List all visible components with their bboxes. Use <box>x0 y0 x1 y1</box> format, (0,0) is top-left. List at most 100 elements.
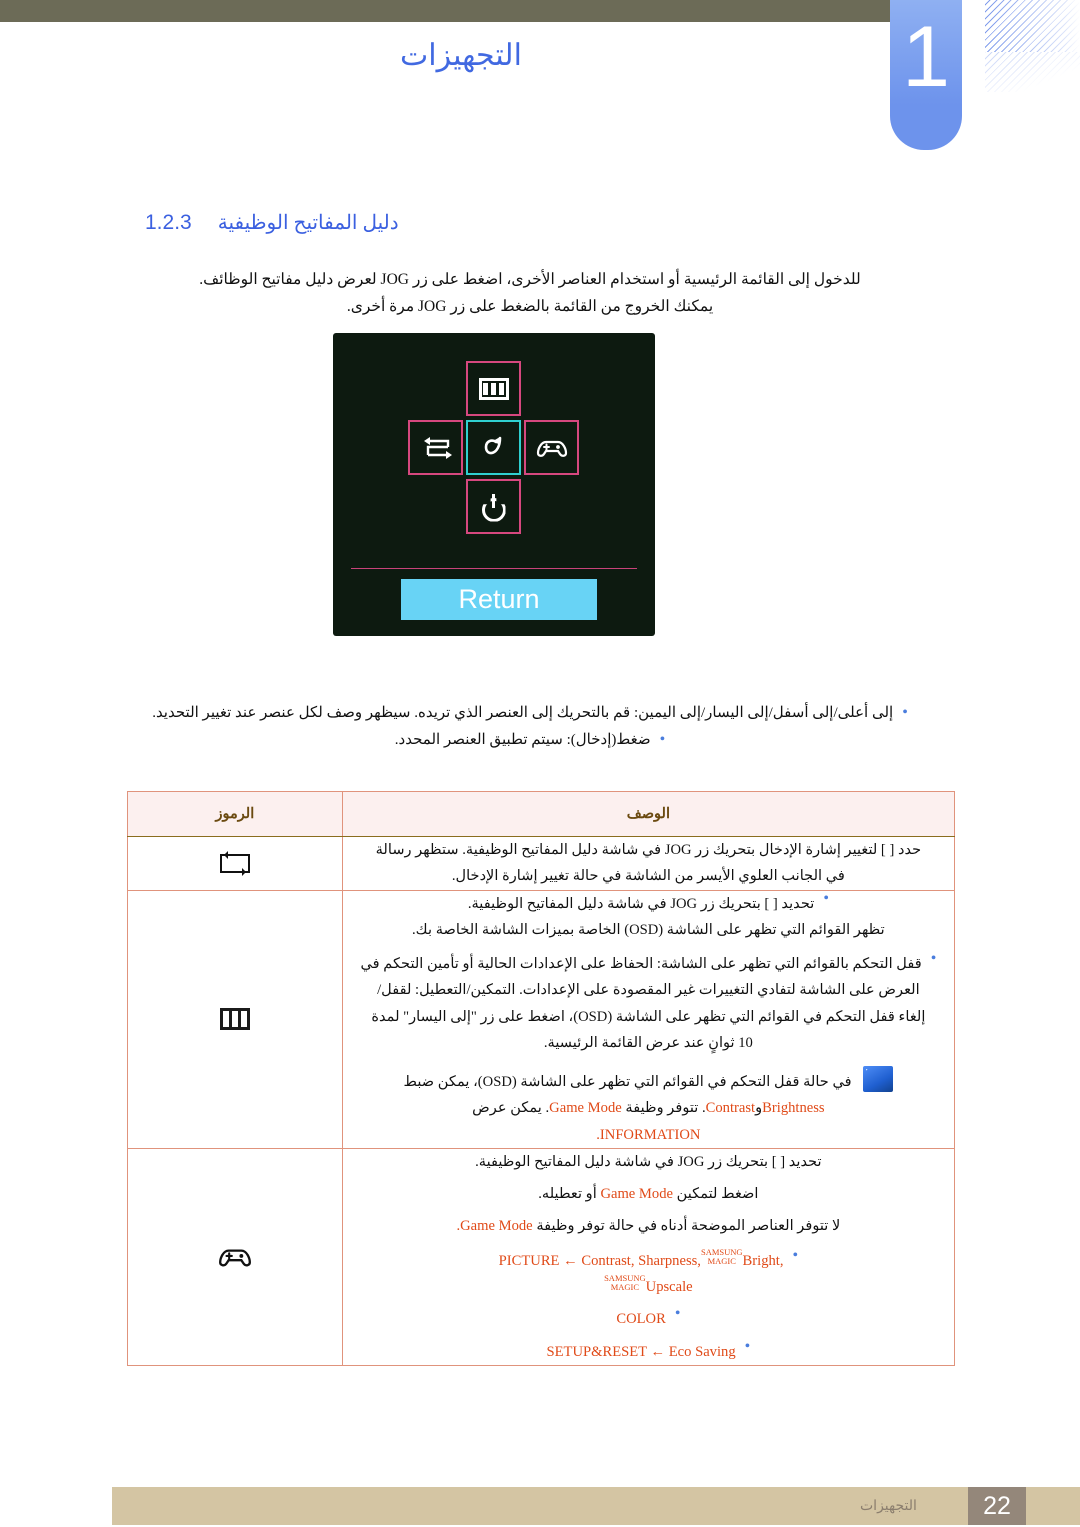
note-block: في حالة قفل التحكم في القوائم التي تظهر … <box>343 1066 954 1095</box>
osd-function-key-guide: Return <box>333 333 655 636</box>
text-line: العرض على الشاشة لتفادي التغييرات غير ال… <box>343 977 954 1003</box>
table-header-row: الوصف الرموز <box>127 791 956 837</box>
row-game-line-3-pre: لا تتوفر العناصر الموضحة أدناه في حالة ت… <box>536 1218 841 1235</box>
picture-values: Contrast, Sharpness, <box>581 1252 701 1269</box>
bullet-dot-icon: • <box>744 1337 751 1355</box>
list-item: • ضغط(إدخال): سيتم تطبيق العنصر المحدد. <box>130 727 930 754</box>
row-menu-description: • تحديد [ ] بتحريك زر JOG في شاشة دليل ا… <box>341 889 956 1149</box>
row-source-line-1: حدد [ ] لتغيير إشارة الإدخال بتحريك زر J… <box>375 842 922 858</box>
list-item: • PICTURE ← Contrast, Sharpness,SAMSUNG M… <box>343 1246 954 1274</box>
text-line: تحديد [ ] بتحريك زر JOG في شاشة دليل الم… <box>343 1149 954 1175</box>
row-game-mode-label-2: Game Mode <box>460 1218 533 1235</box>
source-icon <box>219 850 250 876</box>
bullet-text: ضغط(إدخال): سيتم تطبيق العنصر المحدد. <box>394 732 651 748</box>
text-line: إلغاء قفل التحكم في القوائم التي تظهر عل… <box>343 1004 954 1030</box>
row-game-line-2-post: أو تعطيله. <box>538 1186 597 1203</box>
intro-line-2: يمكنك الخروج من القائمة بالضغط على زر JO… <box>346 298 714 316</box>
menu-icon <box>478 377 509 400</box>
list-item: • تحديد [ ] بتحريك زر JOG في شاشة دليل ا… <box>343 889 954 917</box>
bullet-dot-icon: • <box>823 889 829 907</box>
osd-return-button[interactable]: Return <box>401 579 597 620</box>
osd-key-source[interactable] <box>408 420 463 475</box>
source-icon <box>423 436 452 459</box>
osd-key-cross <box>333 361 655 541</box>
symbol-wrap <box>128 1244 342 1270</box>
list-item: • قفل التحكم بالقوائم التي تظهر على الشا… <box>343 951 954 977</box>
text-line: لا تتوفر العناصر الموضحة أدناه في حالة ت… <box>343 1213 954 1239</box>
symbol-wrap <box>128 1008 342 1031</box>
row-menu-bullet-2-line-4: 10 ثوانٍ عند عرض القائمة الرئيسية. <box>543 1034 753 1051</box>
navigation-bullet-list: • إلى أعلى/إلى أسفل/إلى اليسار/إلى اليمي… <box>130 700 930 754</box>
page-number: 22 <box>983 1491 1011 1520</box>
bullet-dot-icon: • <box>792 1246 799 1264</box>
text-line: تظهر القوائم التي تظهر على الشاشة (OSD) … <box>343 917 954 943</box>
note-information: INFORMATION <box>599 1126 701 1143</box>
eco-saving-label: Eco Saving <box>668 1343 736 1360</box>
row-game-symbol-cell <box>127 1147 343 1366</box>
row-menu-bullet-2-line-3: إلغاء قفل التحكم في القوائم التي تظهر عل… <box>371 1008 926 1025</box>
magic-bright: Bright <box>742 1252 780 1269</box>
osd-key-game-mode[interactable] <box>524 420 579 475</box>
table-row: تحديد [ ] بتحريك زر JOG في شاشة دليل الم… <box>127 1147 956 1366</box>
intro-line-1: للدخول إلى القائمة الرئيسية أو استخدام ا… <box>199 271 861 288</box>
note-contrast: Contrast <box>705 1100 756 1117</box>
osd-key-power[interactable] <box>466 479 521 534</box>
note-line-1: في حالة قفل التحكم في القوائم التي تظهر … <box>403 1074 852 1091</box>
column-header-symbols: الرموز <box>127 791 343 837</box>
note-badge-icon <box>863 1066 894 1093</box>
magic-bottom: MAGIC <box>707 1255 736 1266</box>
symbol-wrap <box>128 850 342 876</box>
column-header-description: الوصف <box>341 791 956 837</box>
bullet-text: إلى أعلى/إلى أسفل/إلى اليسار/إلى اليمين:… <box>152 705 894 721</box>
note-brightness: Brightness <box>762 1100 825 1117</box>
footer-chapter-label: التجهيزات <box>860 1498 917 1514</box>
osd-key-menu[interactable] <box>466 361 521 416</box>
magic-upscale: Upscale <box>645 1278 693 1295</box>
chapter-title: التجهيزات <box>400 39 522 72</box>
note-game-mode: Game Mode <box>549 1100 622 1117</box>
row-menu-bullet-1-cont: تظهر القوائم التي تظهر على الشاشة (OSD) … <box>412 921 885 938</box>
row-game-line-2-pre: اضغط لتمكين <box>676 1186 759 1203</box>
text-line: في الجانب العلوي الأيسر من الشاشة في حال… <box>343 863 954 889</box>
menu-label-setup-reset: SETUP&RESET <box>546 1343 647 1360</box>
note-line-3: INFORMATION. <box>343 1122 954 1148</box>
row-source-symbol-cell <box>127 836 343 891</box>
samsung-magic-mark-2: SAMSUNG MAGIC <box>604 1274 646 1291</box>
note-conjunction: و <box>755 1100 763 1117</box>
row-menu-bullet-1: تحديد [ ] بتحريك زر JOG في شاشة دليل الم… <box>467 895 815 912</box>
header-hatch-pattern-fade <box>985 52 1080 92</box>
note-line-2: BrightnessوContrast. تتوفر وظيفة Game Mo… <box>343 1095 954 1121</box>
game-pad-icon <box>536 440 567 457</box>
osd-key-return[interactable] <box>466 420 521 475</box>
osd-divider <box>351 568 637 569</box>
row-menu-bullet-2-line-1: قفل التحكم بالقوائم التي تظهر على الشاشة… <box>360 956 922 973</box>
row-game-mode-label: Game Mode <box>600 1186 673 1203</box>
osd-return-label: Return <box>458 584 540 614</box>
function-key-table: الوصف الرموز حدد [ ] لتغيير إشارة الإدخا… <box>127 791 956 1366</box>
bullet-dot-icon: • <box>659 731 666 748</box>
row-menu-bullet-2-line-2: العرض على الشاشة لتفادي التغييرات غير ال… <box>377 982 920 999</box>
text-line: حدد [ ] لتغيير إشارة الإدخال بتحريك زر J… <box>343 837 954 863</box>
menu-label-picture: PICTURE <box>498 1252 560 1269</box>
row-source-description: حدد [ ] لتغيير إشارة الإدخال بتحريك زر J… <box>341 836 956 891</box>
row-game-line-1: تحديد [ ] بتحريك زر JOG في شاشة دليل الم… <box>475 1153 822 1170</box>
power-icon <box>481 493 507 520</box>
intro-paragraph: للدخول إلى القائمة الرئيسية أو استخدام ا… <box>130 266 930 320</box>
footer-page-box: 22 <box>968 1487 1026 1525</box>
header-bar <box>0 0 890 22</box>
menu-path-setup-reset: SETUP&RESET ← Eco Saving <box>547 1339 736 1365</box>
magic-bottom-2: MAGIC <box>610 1281 640 1292</box>
header-hatch-pattern <box>985 0 1080 52</box>
menu-label-color: COLOR <box>616 1311 666 1328</box>
row-source-line-2: في الجانب العلوي الأيسر من الشاشة في حال… <box>451 868 845 885</box>
table-row: حدد [ ] لتغيير إشارة الإدخال بتحريك زر J… <box>127 836 956 891</box>
note-tail-2: . يمكن عرض <box>472 1100 550 1117</box>
bullet-dot-icon: • <box>930 950 937 968</box>
note-tail-1: . تتوفر وظيفة <box>625 1100 706 1117</box>
text-line: اضغط لتمكين Game Mode أو تعطيله. <box>343 1181 954 1207</box>
bullet-dot-icon: • <box>674 1305 681 1323</box>
menu-path-picture: PICTURE ← Contrast, Sharpness,SAMSUNG MAG… <box>498 1247 784 1269</box>
menu-path-picture-line2: SAMSUNG MAGIC Upscale <box>604 1274 693 1300</box>
menu-icon <box>219 1008 250 1031</box>
section-number: 1.2.3 <box>145 211 192 234</box>
